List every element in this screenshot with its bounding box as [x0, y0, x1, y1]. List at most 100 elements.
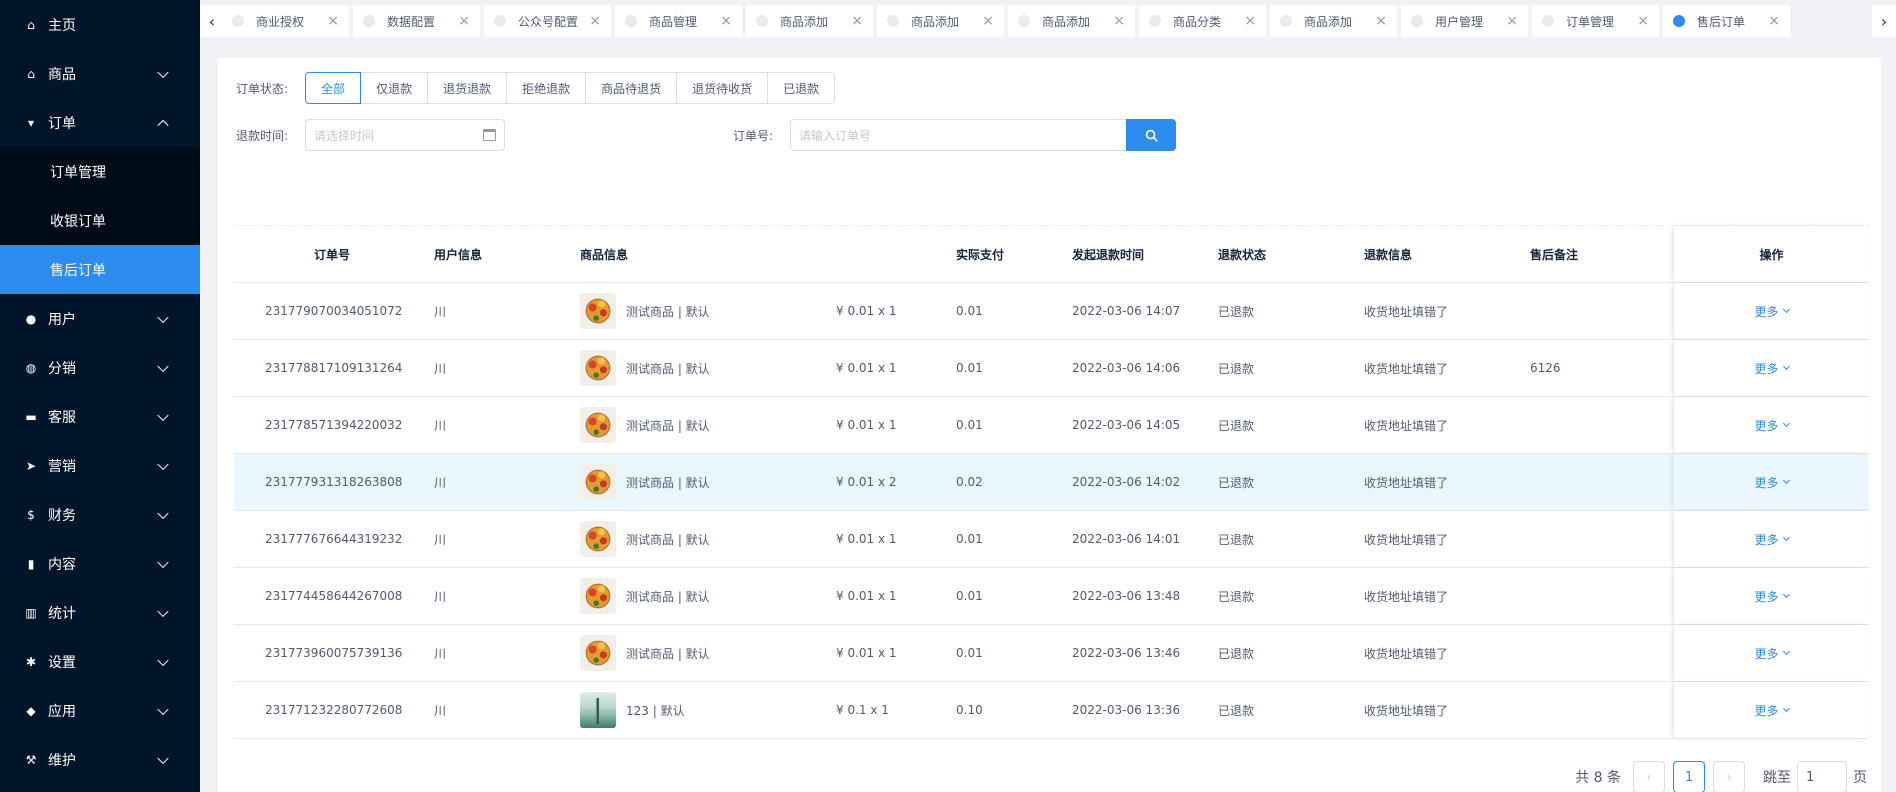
tab-0[interactable]: 商业授权 ×	[224, 5, 349, 37]
jump-page-input[interactable]: 1	[1797, 761, 1847, 792]
cell-paid: 0.01	[956, 646, 983, 660]
more-dropdown-link[interactable]: 更多	[1754, 360, 1790, 377]
close-icon[interactable]: ×	[1506, 13, 1518, 29]
search-button[interactable]	[1126, 119, 1177, 151]
product-thumbnail[interactable]	[580, 521, 616, 557]
sidebar-item-0[interactable]: ⌂ 主页	[0, 0, 200, 49]
sidebar-item-5[interactable]: ▬ 客服	[0, 392, 200, 441]
more-dropdown-link[interactable]: 更多	[1754, 531, 1790, 548]
status-option-1[interactable]: 仅退款	[360, 72, 429, 104]
sidebar-item-label: 财务	[48, 507, 76, 524]
chevron-down-icon	[1782, 476, 1790, 485]
sidebar-subitem-1[interactable]: 收银订单	[0, 196, 200, 245]
chevron-down-icon	[157, 654, 169, 666]
close-icon[interactable]: ×	[327, 13, 339, 29]
close-icon[interactable]: ×	[589, 13, 601, 29]
more-dropdown-link[interactable]: 更多	[1754, 474, 1790, 491]
table-row[interactable]: 231777676644319232 川 ¥ 0.01 x 1 0.01 2022-03…	[234, 511, 1869, 568]
product-thumbnail[interactable]	[580, 293, 616, 329]
tab-9[interactable]: 用户管理 ×	[1401, 5, 1528, 37]
close-icon[interactable]: ×	[720, 13, 732, 29]
sidebar-item-12[interactable]: ⚒ 维护	[0, 735, 200, 784]
table-row[interactable]: 231773960075739136 川 ¥ 0.01 x 1 0.01 2022-03…	[234, 625, 1869, 682]
tab-3[interactable]: 商品管理 ×	[615, 5, 742, 37]
chat-icon: ▬	[25, 409, 37, 424]
status-option-5[interactable]: 退货待收货	[676, 72, 769, 104]
close-icon[interactable]: ×	[1768, 13, 1780, 29]
cell-action: 更多	[1673, 397, 1869, 453]
sidebar-item-10[interactable]: ✱ 设置	[0, 637, 200, 686]
cell-paid: 0.10	[956, 703, 983, 717]
status-option-2[interactable]: 退货退款	[427, 72, 508, 104]
sidebar-item-11[interactable]: ◆ 应用	[0, 686, 200, 735]
table-row[interactable]: 231778571394220032 川 ¥ 0.01 x 1 0.01 2022-03…	[234, 397, 1869, 454]
tab-11[interactable]: 售后订单 ×	[1663, 5, 1790, 37]
next-page-button[interactable]: ›	[1713, 761, 1745, 792]
tab-4[interactable]: 商品添加 ×	[746, 5, 873, 37]
close-icon[interactable]: ×	[1637, 13, 1649, 29]
close-icon[interactable]: ×	[1375, 13, 1387, 29]
tab-2[interactable]: 公众号配置 ×	[484, 5, 611, 37]
tab-1[interactable]: 数据配置 ×	[353, 5, 480, 37]
product-thumbnail[interactable]	[580, 407, 616, 443]
tabs-scroll-right-button[interactable]: ›	[1872, 5, 1896, 37]
tab-6[interactable]: 商品添加 ×	[1008, 5, 1135, 37]
chevron-down-icon	[157, 507, 169, 519]
tab-10[interactable]: 订单管理 ×	[1532, 5, 1659, 37]
cell-action: 更多	[1673, 568, 1869, 624]
more-dropdown-link[interactable]: 更多	[1754, 645, 1790, 662]
product-thumbnail[interactable]	[580, 578, 616, 614]
sidebar-item-8[interactable]: ▮ 内容	[0, 539, 200, 588]
prev-page-button[interactable]: ‹	[1633, 761, 1665, 792]
table-row[interactable]: 231779070034051072 川 ¥ 0.01 x 1 0.01 2022-03…	[234, 283, 1869, 340]
product-thumbnail[interactable]	[580, 692, 616, 728]
tab-7[interactable]: 商品分类 ×	[1139, 5, 1266, 37]
sidebar-item-label: 统计	[48, 605, 76, 622]
sidebar-item-2[interactable]: ▾ 订单	[0, 98, 200, 147]
cell-user: 川	[434, 646, 447, 661]
table-row[interactable]: 231774458644267008 川 ¥ 0.01 x 1 0.01 2022-03…	[234, 568, 1869, 625]
product-thumbnail[interactable]	[580, 350, 616, 386]
sidebar-item-6[interactable]: ➤ 营销	[0, 441, 200, 490]
order-no-input[interactable]: 请输入订单号	[790, 119, 1127, 151]
sidebar-subitem-0[interactable]: 订单管理	[0, 147, 200, 196]
status-option-4[interactable]: 商品待退货	[585, 72, 678, 104]
tab-5[interactable]: 商品添加 ×	[877, 5, 1004, 37]
tabs-scroll-left-button[interactable]: ‹	[200, 5, 224, 37]
tab-8[interactable]: 商品添加 ×	[1270, 5, 1397, 37]
sidebar-item-7[interactable]: $ 财务	[0, 490, 200, 539]
sidebar-item-3[interactable]: ● 用户	[0, 294, 200, 343]
close-icon[interactable]: ×	[458, 13, 470, 29]
sidebar-item-1[interactable]: ⌂ 商品	[0, 49, 200, 98]
close-icon[interactable]: ×	[1244, 13, 1256, 29]
status-option-3[interactable]: 拒绝退款	[506, 72, 587, 104]
status-option-6[interactable]: 已退款	[767, 72, 836, 104]
search-icon	[1145, 129, 1158, 142]
main-content: 订单状态: 全部 仅退款 退货退款 拒绝退款 商品待退货 退货待收货 已退款 退款时间: 请…	[218, 58, 1881, 792]
product-thumbnail[interactable]	[580, 635, 616, 671]
cell-user: 川	[434, 589, 447, 604]
table-row[interactable]: 231777931318263808 川 ¥ 0.01 x 2 0.02 2022-03…	[234, 454, 1869, 511]
sidebar: ⌂ 主页 ⌂ 商品 ▾ 订单 订单管理 收银订单 售后订单 ● 用户 ◍ 分销 ▬ 客服 ➤ 营销 $ 财务 ▮ 内容 ▥…	[0, 0, 200, 792]
cell-order-no: 231774458644267008	[265, 589, 403, 603]
after-sales-table: 订单号 用户信息 商品信息 实际支付 发起退款时间 退款状态 退款信息 售后备注…	[234, 226, 1869, 739]
more-dropdown-link[interactable]: 更多	[1754, 417, 1790, 434]
close-icon[interactable]: ×	[982, 13, 994, 29]
more-dropdown-link[interactable]: 更多	[1754, 588, 1790, 605]
sidebar-item-9[interactable]: ▥ 统计	[0, 588, 200, 637]
table-row[interactable]: 231778817109131264 川 ¥ 0.01 x 1 0.01 2022-03…	[234, 340, 1869, 397]
table-row[interactable]: 231771232280772608 川 ¥ 0.1 x 1 0.10 2022-03-…	[234, 682, 1869, 739]
book-icon: ▮	[27, 556, 35, 571]
close-icon[interactable]: ×	[851, 13, 863, 29]
sidebar-item-4[interactable]: ◍ 分销	[0, 343, 200, 392]
refund-time-picker[interactable]: 请选择时间	[305, 119, 506, 151]
product-thumbnail[interactable]	[580, 464, 616, 500]
status-option-0[interactable]: 全部	[305, 72, 362, 104]
close-icon[interactable]: ×	[1113, 13, 1125, 29]
more-label: 更多	[1754, 532, 1779, 547]
more-dropdown-link[interactable]: 更多	[1754, 303, 1790, 320]
sidebar-subitem-2[interactable]: 售后订单	[0, 245, 200, 294]
product-name: 测试商品 | 默认	[626, 475, 710, 490]
page-button-1[interactable]: 1	[1673, 761, 1705, 792]
more-dropdown-link[interactable]: 更多	[1754, 702, 1790, 719]
